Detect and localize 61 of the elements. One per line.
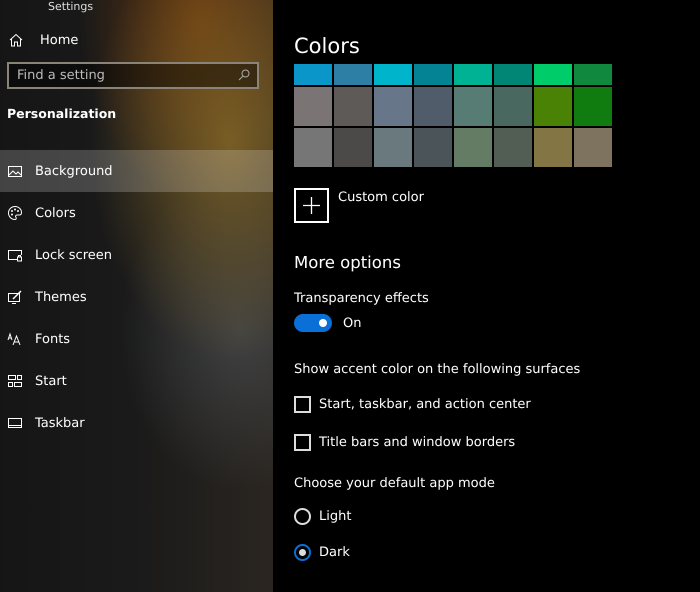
search-icon (238, 69, 250, 81)
color-swatch[interactable] (334, 128, 372, 167)
sidebar-item[interactable]: Taskbar (0, 402, 273, 444)
color-swatch[interactable] (294, 87, 332, 126)
color-swatch[interactable] (414, 64, 452, 85)
color-swatch[interactable] (534, 128, 572, 167)
color-swatch[interactable] (574, 128, 612, 167)
plus-icon (303, 197, 320, 214)
color-swatch[interactable] (494, 128, 532, 167)
color-swatch[interactable] (334, 64, 372, 85)
home-icon (8, 32, 24, 48)
letters-icon (7, 331, 23, 347)
setting-label: Transparency effects (294, 291, 430, 306)
sidebar-item[interactable]: Themes (0, 276, 273, 318)
page-title: Colors (294, 34, 361, 58)
color-swatch[interactable] (494, 64, 532, 85)
sidebar-item[interactable]: Start (0, 360, 273, 402)
pen-monitor-icon (7, 289, 23, 305)
toggle-state: On (343, 316, 362, 330)
color-swatch[interactable] (574, 64, 612, 85)
sidebar-item[interactable]: Background (0, 150, 273, 192)
radio-label: Light (319, 508, 352, 524)
checkbox[interactable] (294, 434, 311, 450)
palette-icon (7, 205, 23, 221)
checkbox[interactable] (294, 396, 311, 412)
color-swatch[interactable] (374, 64, 412, 85)
color-swatch[interactable] (374, 87, 412, 126)
color-swatch[interactable] (414, 87, 452, 126)
home-link[interactable]: Home (0, 22, 273, 56)
radio-button[interactable] (294, 544, 311, 560)
search-field[interactable]: Find a setting (7, 62, 259, 89)
color-swatch[interactable] (374, 128, 412, 167)
color-swatch[interactable] (454, 128, 492, 167)
color-swatch[interactable] (334, 87, 372, 126)
color-swatch[interactable] (534, 87, 572, 126)
setting-label: Show accent color on the following surfaces (294, 362, 582, 377)
color-swatch[interactable] (494, 87, 532, 126)
window-title: Settings (47, 0, 94, 15)
checkbox-label: Title bars and window borders (319, 434, 516, 450)
lock-screen-icon (7, 247, 23, 263)
custom-color-button[interactable] (294, 188, 329, 223)
section-heading: Personalization (6, 105, 118, 123)
sidebar-item[interactable]: Lock screen (0, 234, 273, 276)
tiles-icon (7, 373, 23, 389)
color-swatch[interactable] (294, 128, 332, 167)
checkbox-label: Start, taskbar, and action center (319, 396, 531, 412)
color-swatch[interactable] (294, 64, 332, 85)
section-heading: More options (294, 253, 402, 272)
color-swatch[interactable] (574, 87, 612, 126)
toggle-switch[interactable] (294, 314, 332, 332)
color-swatch[interactable] (534, 64, 572, 85)
setting-label: Choose your default app mode (294, 476, 496, 491)
custom-color-label: Custom color (338, 189, 424, 207)
radio-label: Dark (319, 544, 350, 560)
color-swatch[interactable] (454, 64, 492, 85)
picture-frame-icon (7, 163, 23, 179)
sidebar-item[interactable]: Fonts (0, 318, 273, 360)
color-swatch[interactable] (414, 128, 452, 167)
sidebar-item[interactable]: Colors (0, 192, 273, 234)
taskbar-icon (7, 415, 23, 431)
color-swatch[interactable] (454, 87, 492, 126)
